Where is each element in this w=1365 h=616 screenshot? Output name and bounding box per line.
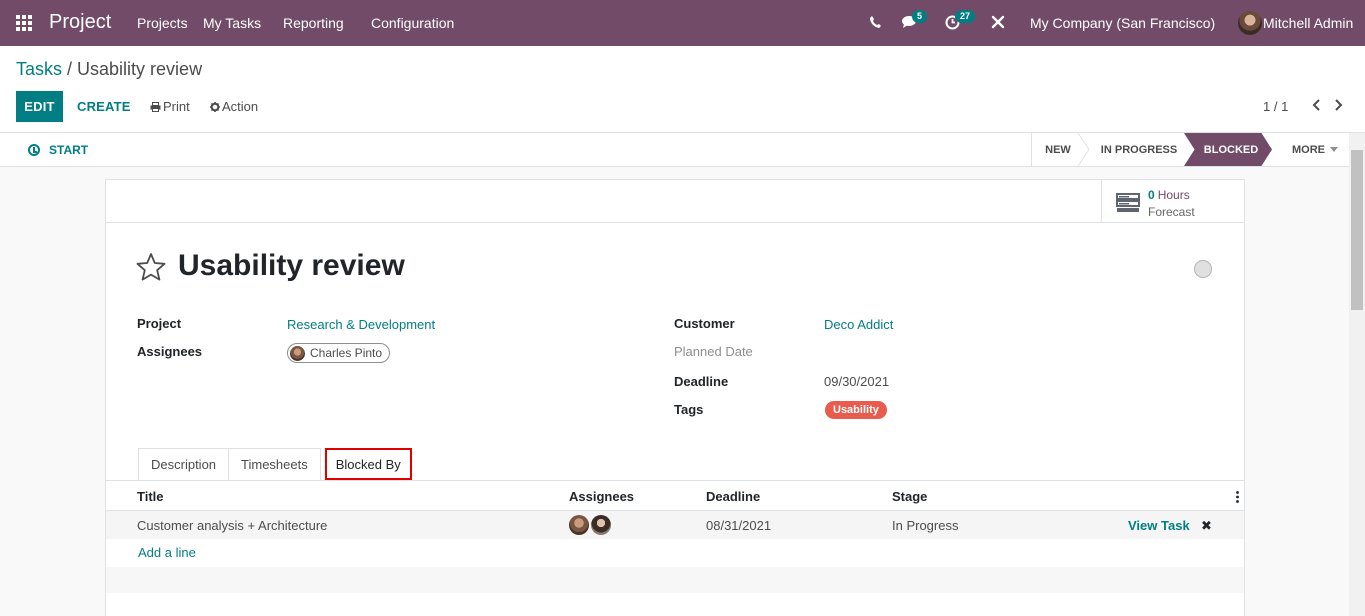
project-label: Project bbox=[137, 316, 182, 331]
menu-projects[interactable]: Projects bbox=[137, 15, 188, 31]
forecast-value: 0 Hours bbox=[1148, 188, 1190, 202]
assignee-name: Charles Pinto bbox=[310, 346, 383, 360]
create-button[interactable]: CREATE bbox=[77, 99, 131, 114]
row-title: Customer analysis + Architecture bbox=[137, 518, 328, 533]
apps-grid-icon[interactable] bbox=[16, 15, 32, 31]
row-stage: In Progress bbox=[892, 518, 959, 533]
row-deadline: 08/31/2021 bbox=[706, 518, 772, 533]
top-navbar: Project Projects My Tasks Reporting Conf… bbox=[0, 0, 1365, 46]
notebook-tabs: Description Timesheets Blocked By bbox=[138, 448, 412, 480]
print-icon bbox=[150, 102, 161, 112]
activity-badge: 27 bbox=[955, 10, 976, 23]
menu-reporting[interactable]: Reporting bbox=[283, 15, 344, 31]
column-deadline[interactable]: Deadline bbox=[706, 489, 760, 504]
stage-more-label: MORE bbox=[1292, 143, 1325, 156]
action-button[interactable]: Action bbox=[210, 99, 258, 114]
stage-separator-icon bbox=[1078, 133, 1090, 166]
gear-icon bbox=[210, 102, 220, 112]
deadline-label: Deadline bbox=[674, 374, 729, 389]
phone-icon[interactable] bbox=[869, 15, 882, 32]
star-priority-icon[interactable] bbox=[136, 252, 166, 282]
smart-button-box: 0 Hours Forecast bbox=[106, 180, 1244, 223]
tab-blocked-by[interactable]: Blocked By bbox=[324, 448, 412, 480]
column-stage[interactable]: Stage bbox=[892, 489, 927, 504]
edit-button[interactable]: EDIT bbox=[16, 91, 63, 122]
user-menu[interactable]: Mitchell Admin bbox=[1263, 15, 1353, 31]
scrollbar-thumb[interactable] bbox=[1351, 150, 1363, 310]
stage-in-progress[interactable]: IN PROGRESS bbox=[1084, 133, 1184, 166]
view-task-button[interactable]: View Task bbox=[1128, 518, 1190, 533]
column-assignees[interactable]: Assignees bbox=[569, 489, 634, 504]
customer-link[interactable]: Deco Addict bbox=[824, 317, 893, 332]
stage-new[interactable]: NEW bbox=[1031, 133, 1084, 166]
deadline-value[interactable]: 09/30/2021 bbox=[824, 374, 889, 389]
activity-clock-icon[interactable]: 27 bbox=[945, 10, 976, 33]
column-title[interactable]: Title bbox=[137, 489, 164, 504]
breadcrumb: Tasks / Usability review bbox=[16, 59, 202, 80]
customer-label: Customer bbox=[674, 316, 735, 331]
assignees-label: Assignees bbox=[137, 344, 203, 359]
stage-blocked[interactable]: BLOCKED bbox=[1184, 133, 1272, 166]
breadcrumb-tasks-link[interactable]: Tasks bbox=[16, 59, 62, 79]
breadcrumb-separator: / bbox=[62, 59, 78, 79]
forecast-unit: Hours bbox=[1157, 188, 1190, 202]
add-line-link[interactable]: Add a line bbox=[138, 545, 196, 560]
project-link[interactable]: Research & Development bbox=[287, 317, 435, 332]
start-label: START bbox=[49, 143, 89, 157]
user-avatar[interactable] bbox=[1238, 11, 1262, 35]
table-row[interactable]: Customer analysis + Architecture 08/31/2… bbox=[106, 511, 1244, 539]
optional-columns-icon[interactable] bbox=[1236, 491, 1239, 503]
forecast-hours-button[interactable]: 0 Hours Forecast bbox=[1101, 180, 1244, 223]
blocked-by-list-header: Title Assignees Deadline Stage bbox=[106, 481, 1244, 511]
forecast-label: Forecast bbox=[1148, 205, 1195, 219]
debug-tools-icon[interactable] bbox=[991, 15, 1005, 32]
pager-previous-icon[interactable] bbox=[1309, 96, 1325, 114]
menu-configuration[interactable]: Configuration bbox=[371, 15, 454, 31]
forecast-number: 0 bbox=[1148, 188, 1155, 202]
action-label: Action bbox=[222, 99, 259, 114]
caret-down-icon bbox=[1330, 147, 1338, 152]
chat-badge: 5 bbox=[912, 10, 928, 23]
assignee-avatar bbox=[290, 345, 305, 361]
company-switcher[interactable]: My Company (San Francisco) bbox=[1030, 15, 1215, 31]
tags-label: Tags bbox=[674, 402, 704, 417]
app-name[interactable]: Project bbox=[49, 11, 111, 34]
print-button[interactable]: Print bbox=[150, 99, 190, 114]
tab-timesheets[interactable]: Timesheets bbox=[228, 448, 321, 480]
row-assignee-avatar bbox=[569, 515, 589, 535]
pager-value[interactable]: 1 / 1 bbox=[1263, 99, 1288, 114]
control-panel: Tasks / Usability review EDIT CREATE Pri… bbox=[0, 46, 1365, 133]
start-timer-button[interactable]: START bbox=[28, 143, 88, 157]
form-sheet: 0 Hours Forecast Usability review Project… bbox=[105, 179, 1245, 616]
row-assignee-avatar bbox=[591, 515, 611, 535]
assignee-tag[interactable]: Charles Pinto bbox=[287, 343, 391, 363]
print-label: Print bbox=[163, 99, 190, 114]
menu-my-tasks[interactable]: My Tasks bbox=[203, 15, 261, 31]
clock-icon bbox=[28, 144, 40, 156]
server-stack-icon bbox=[1116, 193, 1140, 212]
pager-next-icon[interactable] bbox=[1330, 96, 1346, 114]
task-title[interactable]: Usability review bbox=[178, 249, 405, 283]
tab-description[interactable]: Description bbox=[138, 448, 230, 480]
status-bar: START NEW IN PROGRESS BLOCKED MORE bbox=[0, 133, 1365, 167]
remove-row-icon[interactable]: ✖ bbox=[1201, 518, 1212, 534]
planned-date-label: Planned Date bbox=[674, 344, 753, 359]
stage-more-dropdown[interactable]: MORE bbox=[1272, 133, 1352, 166]
empty-list-row bbox=[106, 567, 1244, 593]
chat-icon[interactable]: 5 bbox=[902, 10, 928, 32]
tag-usability[interactable]: Usability bbox=[825, 401, 887, 419]
breadcrumb-current: Usability review bbox=[77, 59, 203, 79]
kanban-state-indicator[interactable] bbox=[1194, 260, 1212, 278]
